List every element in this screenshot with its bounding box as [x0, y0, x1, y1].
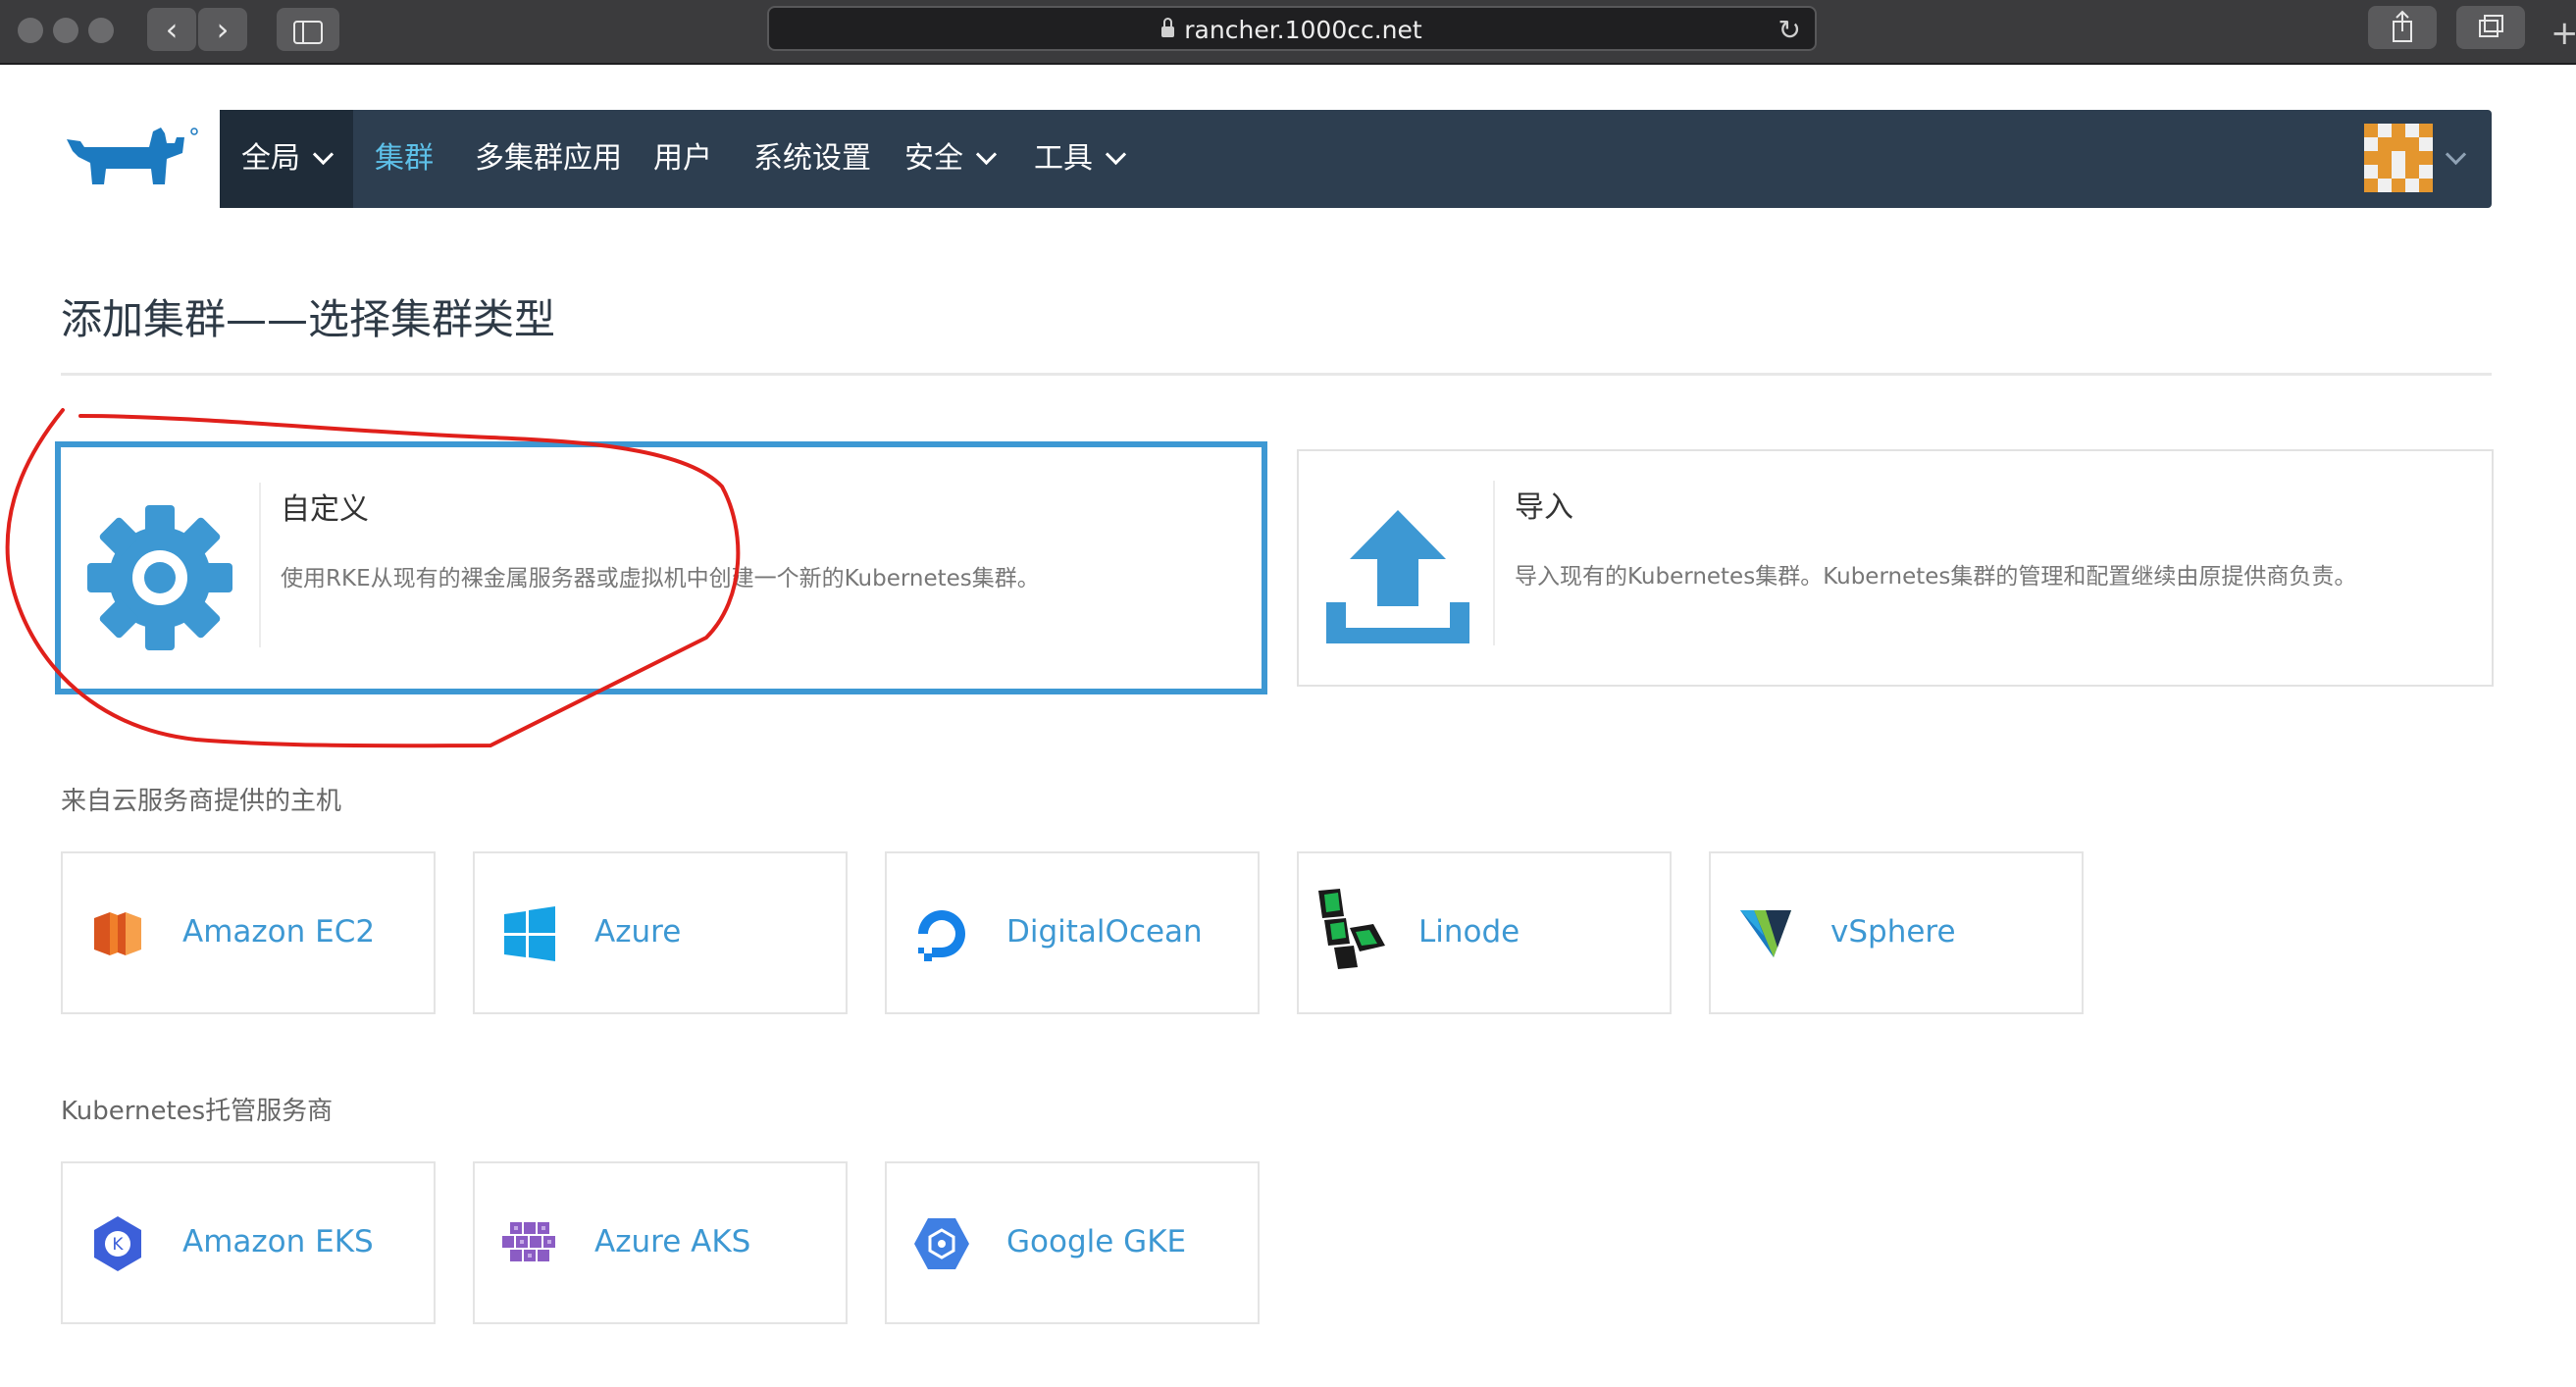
tile-amazon-ec2[interactable]: Amazon EC2	[61, 851, 436, 1014]
window-zoom-button[interactable]	[88, 18, 114, 43]
custom-cluster-card[interactable]: 自定义 使用RKE从现有的裸金属服务器或虚拟机中创建一个新的Kubernetes…	[55, 441, 1267, 694]
google-gke-icon	[914, 1218, 969, 1269]
address-bar[interactable]: rancher.1000cc.net ↻	[767, 6, 1817, 51]
reload-icon[interactable]: ↻	[1778, 14, 1801, 46]
tile-label: Google GKE	[1006, 1224, 1187, 1259]
window-minimize-button[interactable]	[53, 18, 78, 43]
tile-azure-aks[interactable]: Azure AKS	[473, 1161, 848, 1324]
lock-icon	[1161, 18, 1175, 37]
tile-azure[interactable]: Azure	[473, 851, 848, 1014]
digitalocean-icon	[918, 910, 965, 961]
card-divider	[259, 483, 261, 647]
import-card-description: 导入现有的Kubernetes集群。Kubernetes集群的管理和配置继续由原…	[1515, 564, 2357, 590]
nav-multi-cluster-apps[interactable]: 多集群应用	[475, 139, 622, 179]
section-label-cloud: 来自云服务商提供的主机	[61, 787, 342, 816]
tile-label: Linode	[1418, 914, 1520, 950]
forward-button[interactable]: ›	[198, 8, 247, 51]
custom-card-title: 自定义	[281, 492, 369, 527]
nav-clusters[interactable]: 集群	[375, 139, 434, 179]
tile-amazon-eks[interactable]: K Amazon EKS	[61, 1161, 436, 1324]
tile-vsphere[interactable]: vSphere	[1709, 851, 2084, 1014]
chevron-left-icon: ‹	[165, 11, 179, 48]
svg-text:K: K	[112, 1235, 124, 1255]
page-title: 添加集群——选择集群类型	[61, 295, 556, 343]
nav-security[interactable]: 安全	[904, 139, 998, 179]
sidebar-toggle-button[interactable]	[277, 8, 339, 51]
share-icon	[2393, 10, 2412, 42]
tabs-icon	[2479, 15, 2503, 37]
new-tab-icon[interactable]: +	[2550, 14, 2576, 53]
tile-linode[interactable]: Linode	[1297, 851, 1672, 1014]
rancher-logo[interactable]	[63, 124, 200, 192]
chevron-down-icon	[975, 143, 998, 166]
tile-label: DigitalOcean	[1006, 914, 1203, 950]
tabs-overview-button[interactable]	[2456, 6, 2525, 49]
vsphere-icon	[1740, 910, 1791, 957]
browser-toolbar: ‹ › rancher.1000cc.net ↻ +	[0, 0, 2576, 65]
tile-label: Amazon EKS	[182, 1224, 374, 1259]
chevron-right-icon: ›	[216, 11, 230, 48]
nav-tools[interactable]: 工具	[1034, 139, 1127, 179]
sidebar-icon	[293, 21, 323, 44]
gear-icon	[87, 505, 232, 650]
global-scope-label: 全局	[241, 139, 335, 179]
user-avatar[interactable]	[2364, 124, 2433, 192]
user-menu-chevron-icon[interactable]	[2445, 143, 2467, 166]
share-button[interactable]	[2368, 6, 2437, 49]
import-card-title: 导入	[1515, 490, 1573, 525]
nav-settings[interactable]: 系统设置	[753, 139, 871, 179]
card-divider	[1493, 481, 1495, 645]
section-label-hosted: Kubernetes托管服务商	[61, 1097, 334, 1126]
chevron-down-icon	[312, 143, 335, 166]
tile-label: Azure	[594, 914, 682, 950]
url-text: rancher.1000cc.net	[1184, 16, 1422, 44]
azure-aks-icon	[502, 1222, 555, 1261]
upload-icon	[1326, 510, 1469, 643]
import-cluster-card[interactable]: 导入 导入现有的Kubernetes集群。Kubernetes集群的管理和配置继…	[1297, 449, 2494, 687]
amazon-eks-icon: K	[94, 1216, 141, 1271]
tile-google-gke[interactable]: Google GKE	[885, 1161, 1260, 1324]
amazon-ec2-icon	[94, 912, 141, 955]
nav-users[interactable]: 用户	[653, 139, 712, 179]
global-scope-button[interactable]: 全局	[220, 110, 353, 208]
chevron-down-icon	[1105, 143, 1127, 166]
tile-label: Azure AKS	[594, 1224, 751, 1259]
top-navigation-bar: 全局 集群 多集群应用 用户 系统设置 安全 工具	[220, 110, 2492, 208]
linode-icon	[1318, 889, 1385, 969]
window-close-button[interactable]	[18, 18, 43, 43]
back-button[interactable]: ‹	[147, 8, 196, 51]
divider	[61, 373, 2492, 376]
custom-card-description: 使用RKE从现有的裸金属服务器或虚拟机中创建一个新的Kubernetes集群。	[281, 566, 1040, 591]
tile-digitalocean[interactable]: DigitalOcean	[885, 851, 1260, 1014]
tile-label: Amazon EC2	[182, 914, 376, 950]
tile-label: vSphere	[1830, 914, 1956, 950]
azure-windows-icon	[504, 906, 555, 961]
